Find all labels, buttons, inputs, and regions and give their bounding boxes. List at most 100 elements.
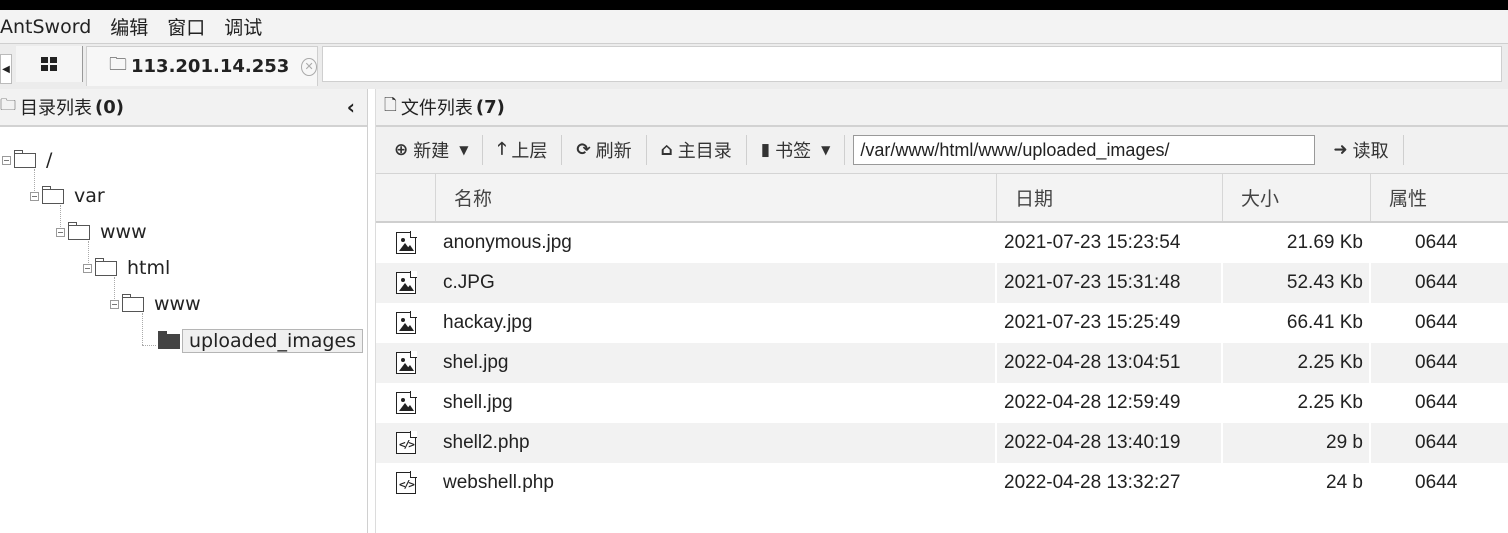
arrow-up-icon: 🡑 [497,138,507,159]
column-header-attr[interactable]: 属性 [1371,174,1508,221]
plus-circle-icon: ⊕ [394,140,409,160]
window-top-bar [0,0,1508,10]
home-icon: ⌂ [660,140,673,160]
bookmark-icon: ▮ [760,140,771,160]
file-name: shel.jpg [436,343,997,383]
home-button[interactable]: ⌂ 主目录 [647,133,746,167]
table-row[interactable]: anonymous.jpg 2021-07-23 15:23:54 21.69 … [376,223,1508,263]
table-row[interactable]: c.JPG 2021-07-23 15:31:48 52.43 Kb 0644 [376,263,1508,303]
collapse-toggle[interactable] [56,227,65,237]
tree-node-www-2[interactable]: www [110,293,201,315]
file-attr: 0644 [1415,352,1458,373]
image-file-icon [396,271,417,294]
table-row[interactable]: hackay.jpg 2021-07-23 15:25:49 66.41 Kb … [376,303,1508,343]
file-name: shell2.php [436,423,997,463]
refresh-button[interactable]: ⟳ 刷新 [562,133,645,167]
tree-node-label: uploaded_images [182,329,364,353]
directory-panel-title: 目录列表 [20,98,93,119]
tree-node-label: html [127,257,171,279]
file-count: (7) [475,96,505,118]
bookmark-button[interactable]: ▮ 书签 ▼ [747,133,845,167]
menu-bar: AntSword 编辑 窗口 调试 [0,10,1508,43]
table-row[interactable]: </> webshell.php 2022-04-28 13:32:27 24 … [376,463,1508,503]
tree-node-var[interactable]: var [30,185,105,207]
column-header-icon [376,174,436,221]
column-header-size[interactable]: 大小 [1223,174,1371,221]
file-size: 2.25 Kb [1223,383,1371,423]
column-header-date[interactable]: 日期 [997,174,1223,221]
file-attr: 0644 [1415,472,1458,493]
tree-node-label: www [100,221,147,243]
file-toolbar: ⊕ 新建 ▼ 🡑 上层 ⟳ 刷新 ⌂ 主目录 ▮ 书签 ▼ ➜ 读取 [376,127,1508,174]
tree-node-html[interactable]: html [83,257,170,279]
table-row[interactable]: </> shell2.php 2022-04-28 13:40:19 29 b … [376,423,1508,463]
table-row[interactable]: shell.jpg 2022-04-28 12:59:49 2.25 Kb 06… [376,383,1508,423]
column-header-name[interactable]: 名称 [436,174,997,221]
folder-icon: 🗀 [109,53,127,75]
tab-connection[interactable]: 🗀 113.201.14.253 ✕ [86,46,318,86]
file-grid-body: anonymous.jpg 2021-07-23 15:23:54 21.69 … [376,223,1508,503]
file-date: 2022-04-28 13:04:51 [997,343,1223,383]
up-button[interactable]: 🡑 上层 [483,133,561,167]
directory-panel-header: 🗀 目录列表 (0) ‹ [0,89,367,127]
folder-icon: 🗀 [0,94,17,114]
tree-node-www[interactable]: www [56,221,147,243]
file-name: webshell.php [436,463,997,503]
read-button[interactable]: ➜ 读取 [1315,133,1402,167]
tab-home[interactable] [16,46,83,82]
tree-node-root[interactable]: / [2,149,52,171]
file-attr: 0644 [1415,232,1458,253]
collapse-toggle[interactable] [30,191,39,201]
up-label: 上层 [511,141,548,162]
file-panel: 🗋 文件列表 (7) ⊕ 新建 ▼ 🡑 上层 ⟳ 刷新 ⌂ 主目录 ▮ 书签 ▼ [376,89,1508,533]
image-file-icon [396,231,417,254]
tree-node-uploaded-images[interactable]: uploaded_images [158,329,364,353]
file-date: 2021-07-23 15:23:54 [997,223,1223,263]
menu-item-edit[interactable]: 编辑 [110,13,148,40]
panel-resize-handle[interactable] [368,89,376,533]
folder-icon [158,330,180,349]
collapse-toggle[interactable] [110,299,119,309]
tab-scroll-left-button[interactable]: ◀ [0,54,12,84]
image-file-icon [396,311,417,334]
file-date: 2022-04-28 13:40:19 [997,423,1223,463]
menu-item-debug[interactable]: 调试 [224,13,262,40]
close-icon[interactable]: ✕ [301,57,317,76]
new-button[interactable]: ⊕ 新建 ▼ [376,133,482,167]
folder-icon [122,293,144,312]
collapse-toggle[interactable] [2,155,11,165]
file-icon: 🗋 [384,94,397,114]
table-row[interactable]: shel.jpg 2022-04-28 13:04:51 2.25 Kb 064… [376,343,1508,383]
menu-item-antsword[interactable]: AntSword [0,16,91,38]
home-label: 主目录 [677,141,732,162]
file-size: 66.41 Kb [1223,303,1371,343]
arrow-right-icon: ➜ [1333,140,1348,160]
file-date: 2021-07-23 15:31:48 [997,263,1223,303]
file-name: hackay.jpg [436,303,997,343]
directory-count: (0) [95,96,124,118]
file-size: 52.43 Kb [1223,263,1371,303]
file-date: 2022-04-28 12:59:49 [997,383,1223,423]
file-size: 24 b [1223,463,1371,503]
tree-node-label: / [46,149,53,171]
path-input[interactable] [853,135,1316,165]
file-date: 2022-04-28 13:32:27 [997,463,1223,503]
caret-down-icon: ▼ [821,143,831,157]
grid-icon [41,57,57,71]
directory-panel: 🗀 目录列表 (0) ‹ / var www html www uploaded… [0,89,368,533]
code-file-icon: </> [396,431,417,454]
file-date: 2021-07-23 15:25:49 [997,303,1223,343]
folder-icon [42,185,64,204]
collapse-toggle[interactable] [83,263,92,273]
folder-icon [95,257,117,276]
chevron-left-icon[interactable]: ‹ [347,95,355,119]
file-size: 2.25 Kb [1223,343,1371,383]
refresh-icon: ⟳ [576,140,591,160]
caret-down-icon: ▼ [459,143,469,157]
folder-icon [68,221,90,240]
tab-label: 113.201.14.253 [131,56,290,77]
file-panel-header: 🗋 文件列表 (7) [376,89,1508,127]
image-file-icon [396,391,417,414]
file-name: anonymous.jpg [436,223,997,263]
menu-item-window[interactable]: 窗口 [167,13,205,40]
